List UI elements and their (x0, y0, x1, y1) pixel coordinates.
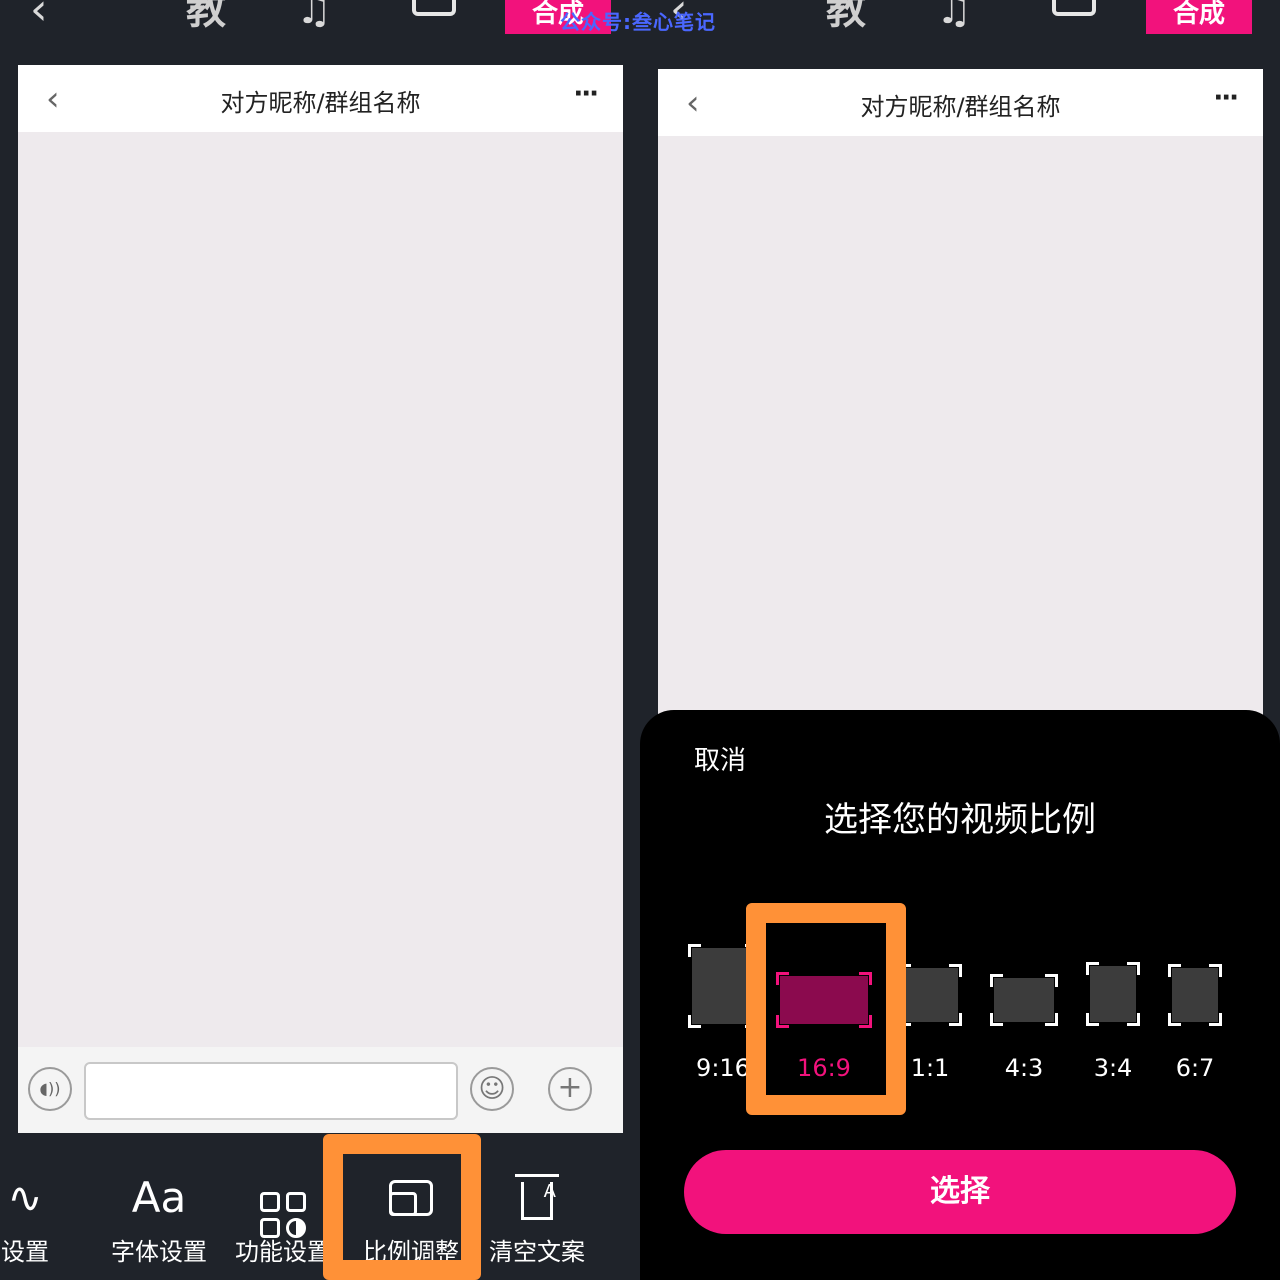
left-screen: ‹ 教 ♫ 合成 ‹ 对方昵称/群组名称 ··· ◖)) ☺ + ∿ 设置 Aa… (0, 0, 640, 1280)
chat-header: ‹ 对方昵称/群组名称 ··· (18, 65, 623, 132)
ratio-sheet: 取消 选择您的视频比例 9:16 16:9 1:1 4:3 3:4 6:7 选择 (640, 710, 1280, 1280)
font-icon: Aa (131, 1173, 187, 1222)
chat-header: ‹ 对方昵称/群组名称 ··· (658, 69, 1263, 136)
settings-icon: ∿ (7, 1173, 43, 1222)
cancel-button[interactable]: 取消 (694, 740, 746, 777)
tutorial-button[interactable]: 教 (186, 0, 226, 34)
tool-font-settings[interactable]: Aa 字体设置 (104, 1170, 214, 1267)
grid-icon (228, 1170, 338, 1238)
highlight-box (323, 1134, 481, 1280)
emoji-icon: ☺ (470, 1067, 514, 1111)
chat-title: 对方昵称/群组名称 (220, 89, 421, 117)
ratio-label: 3:4 (1093, 1054, 1133, 1082)
tool-clear-text[interactable]: A 清空文案 (482, 1170, 592, 1267)
tutorial-button[interactable]: 教 (826, 0, 866, 34)
select-button[interactable]: 选择 (684, 1150, 1236, 1234)
bottom-toolbar: ∿ 设置 Aa 字体设置 功能设置 比例调整 A 清空文案 (0, 1140, 640, 1280)
tool-label: 功能设置 (235, 1238, 331, 1266)
top-bar: ‹ 教 ♫ 合成 (0, 0, 640, 40)
chat-input-bar: ◖)) ☺ + (18, 1047, 623, 1133)
tool-label: 清空文案 (489, 1238, 585, 1266)
chat-title: 对方昵称/群组名称 (860, 93, 1061, 121)
ratio-option-6-7[interactable]: 6:7 (1168, 938, 1222, 1082)
tool-settings[interactable]: ∿ 设置 (0, 1170, 80, 1267)
watermark: 公众号:叁心笔记 (560, 10, 716, 34)
ratio-option-1-1[interactable]: 1:1 (898, 938, 962, 1082)
back-icon[interactable]: ‹ (30, 0, 48, 34)
tool-label: 字体设置 (111, 1238, 207, 1266)
compose-button[interactable]: 合成 (1146, 0, 1252, 34)
sheet-title: 选择您的视频比例 (824, 800, 1096, 840)
plus-icon: + (548, 1067, 592, 1111)
voice-icon: ◖)) (28, 1067, 72, 1111)
chat-preview: ‹ 对方昵称/群组名称 ··· ◖)) ☺ + (18, 65, 623, 1133)
trash-icon: A (482, 1170, 592, 1226)
right-screen: ‹ 教 ♫ 合成 ‹ 对方昵称/群组名称 ··· 取消 选择您的视频比例 9:1… (640, 0, 1280, 1280)
tool-label: 设置 (1, 1238, 49, 1266)
message-input (84, 1062, 458, 1120)
top-bar: ‹ 教 ♫ 合成 (640, 0, 1280, 40)
ratio-label: 1:1 (910, 1054, 950, 1082)
ratio-option-4-3[interactable]: 4:3 (990, 938, 1058, 1082)
ratio-option-3-4[interactable]: 3:4 (1086, 938, 1140, 1082)
music-icon[interactable]: ♫ (936, 0, 972, 34)
ratio-label: 4:3 (1004, 1054, 1044, 1082)
highlight-box (746, 903, 906, 1115)
music-icon[interactable]: ♫ (296, 0, 332, 34)
more-icon: ··· (1213, 83, 1239, 113)
ratio-label: 6:7 (1175, 1054, 1215, 1082)
more-icon: ··· (573, 79, 599, 109)
tool-function-settings[interactable]: 功能设置 (228, 1170, 338, 1267)
